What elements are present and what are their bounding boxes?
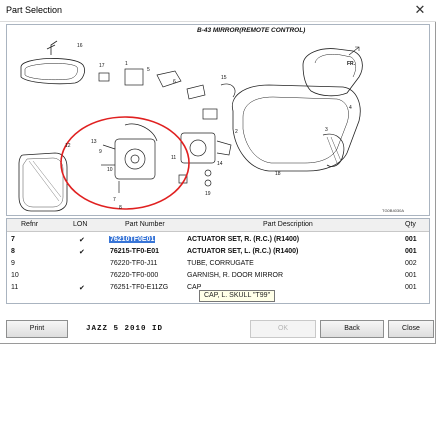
title-bar: Part Selection ✕ <box>0 0 436 22</box>
callout-14[interactable]: 14 <box>217 161 223 167</box>
part-number-cell[interactable]: 76220-TF0-J11 <box>110 260 157 267</box>
diagram-code: TG0B4030A <box>382 208 405 213</box>
table-row[interactable]: 10 76220-TF0-000 GARNISH, R. DOOR MIRROR… <box>7 271 429 282</box>
part-selection-window: Part Selection ✕ B-43 MIRROR(REMOTE CONT… <box>0 0 436 344</box>
table-row[interactable]: 8 ✔ 76215-TF0-E01 ACTUATOR SET, L. (R.C.… <box>7 247 429 258</box>
callout-18[interactable]: 18 <box>275 171 281 177</box>
mirror-housing-drawing <box>231 48 363 172</box>
description-tooltip: CAP, L. SKULL "T99" <box>199 290 276 302</box>
back-button[interactable]: Back <box>320 320 384 338</box>
ok-button[interactable]: OK <box>250 320 316 338</box>
header-lon[interactable]: LON <box>73 221 87 228</box>
fr-label: FR. <box>347 61 356 67</box>
callout-11[interactable]: 11 <box>171 155 176 161</box>
callout-2[interactable]: 2 <box>235 129 238 135</box>
window-title: Part Selection <box>6 5 63 15</box>
refnr-cell: 9 <box>11 260 15 267</box>
table-row[interactable]: 9 76220-TF0-J11 TUBE, CORRUGATE 002 <box>7 259 429 270</box>
qty-cell: 001 <box>405 284 417 291</box>
exploded-view-drawing: FR. 16 17 1 5 6 15 2 14 3 18 4 12 13 7 8… <box>18 40 363 212</box>
highlight-circle <box>60 116 190 210</box>
callout-1[interactable]: 1 <box>125 61 128 67</box>
refnr-cell: 10 <box>11 272 19 279</box>
small-parts-drawing <box>98 68 236 120</box>
part-number-cell[interactable]: 76251-TF0-E11ZG <box>110 284 168 291</box>
qty-cell: 001 <box>405 272 417 279</box>
part-number-cell[interactable]: 76220-TF0-000 <box>110 272 158 279</box>
parts-diagram[interactable]: B-43 MIRROR(REMOTE CONTROL) FR. 16 17 1 … <box>6 24 430 216</box>
print-button[interactable]: Print <box>6 320 68 338</box>
description-cell: TUBE, CORRUGATE <box>187 260 254 267</box>
callout-3[interactable]: 3 <box>325 127 328 133</box>
close-icon[interactable]: ✕ <box>410 2 430 20</box>
footer-bar: Print JAZZ 5 2010 ID OK Back Close <box>0 316 436 342</box>
callout-13[interactable]: 13 <box>91 139 97 145</box>
callout-19[interactable]: 19 <box>205 191 211 197</box>
actuator-drawing <box>101 123 232 193</box>
part-number-cell[interactable]: 76215-TF0-E01 <box>110 248 159 255</box>
part-number-cell[interactable]: 76210TF0E01 <box>109 236 156 243</box>
header-part-description[interactable]: Part Description <box>263 221 313 228</box>
header-refnr[interactable]: Refnr <box>21 221 38 228</box>
table-row[interactable]: 7 ✔ 76210TF0E01 ACTUATOR SET, R. (R.C.) … <box>7 235 429 246</box>
qty-cell: 002 <box>405 260 417 267</box>
callout-10[interactable]: 10 <box>107 167 113 173</box>
lon-check-icon: ✔ <box>79 284 85 292</box>
header-qty[interactable]: Qty <box>405 221 416 228</box>
description-cell: ACTUATOR SET, L. (R.C.) (R1400) <box>187 248 299 255</box>
callout-17[interactable]: 17 <box>99 63 105 69</box>
lon-check-icon: ✔ <box>79 236 85 244</box>
qty-cell: 001 <box>405 248 417 255</box>
refnr-cell: 8 <box>11 248 15 255</box>
refnr-cell: 7 <box>11 236 15 243</box>
callout-6[interactable]: 6 <box>173 79 176 85</box>
callout-4[interactable]: 4 <box>349 105 352 111</box>
callout-16[interactable]: 16 <box>77 43 83 49</box>
callout-15[interactable]: 15 <box>221 75 227 81</box>
description-cell: GARNISH, R. DOOR MIRROR <box>187 272 284 279</box>
close-button[interactable]: Close <box>388 320 434 338</box>
refnr-cell: 11 <box>11 284 19 291</box>
callout-9[interactable]: 9 <box>99 149 102 155</box>
rear-view-mirror-drawing <box>20 40 85 85</box>
header-part-number[interactable]: Part Number <box>125 221 165 228</box>
description-cell: ACTUATOR SET, R. (R.C.) (R1400) <box>187 236 300 243</box>
callout-5[interactable]: 5 <box>147 67 150 73</box>
callout-12[interactable]: 12 <box>65 143 71 149</box>
callout-7[interactable]: 7 <box>113 197 116 203</box>
mirror-glass-drawing <box>18 152 68 212</box>
qty-cell: 001 <box>405 236 417 243</box>
table-header: Refnr LON Part Number Part Description Q… <box>7 219 429 232</box>
callout-8[interactable]: 8 <box>119 205 122 211</box>
lon-check-icon: ✔ <box>79 248 85 256</box>
model-info: JAZZ 5 2010 ID <box>86 325 164 333</box>
